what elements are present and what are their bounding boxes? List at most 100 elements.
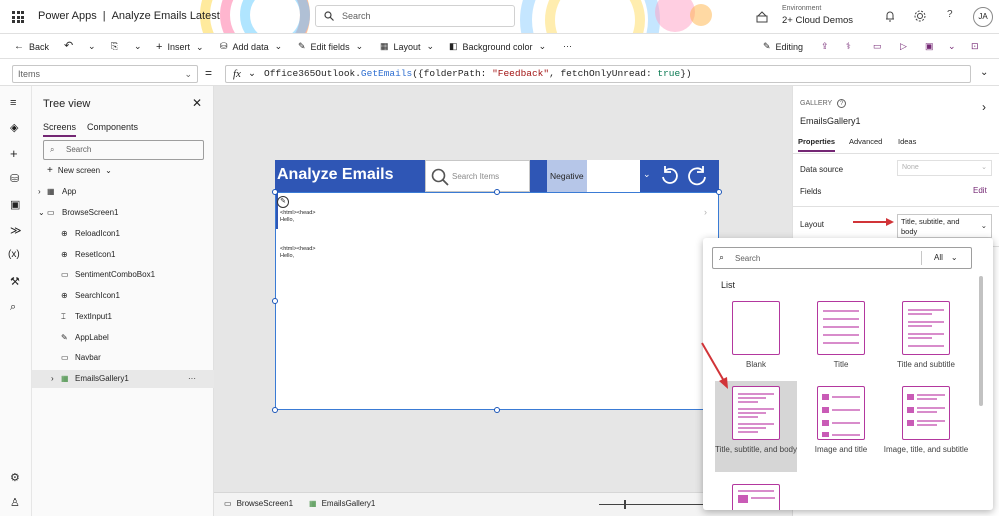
- chevron-down-icon: ⌄: [105, 166, 112, 175]
- navbar[interactable]: Analyze Emails Search Items Negative ⌄: [275, 160, 719, 192]
- app-launcher-icon[interactable]: [12, 11, 24, 23]
- edit-fields-label: Edit fields: [310, 41, 350, 52]
- variables-icon[interactable]: (x): [8, 249, 20, 260]
- layout-option-title-subtitle-body[interactable]: Title, subtitle, and body: [715, 381, 797, 472]
- popup-scrollbar[interactable]: [979, 276, 983, 406]
- resize-handle[interactable]: [494, 189, 500, 195]
- back-button[interactable]: ← Back: [14, 41, 49, 52]
- reset-icon[interactable]: [659, 165, 681, 187]
- avatar[interactable]: JA: [973, 7, 993, 27]
- layout-option-more[interactable]: [711, 480, 801, 510]
- tab-components[interactable]: Components: [87, 122, 138, 132]
- tools-icon[interactable]: ⚒: [10, 275, 20, 288]
- layout-button[interactable]: ▦ Layout ⌄: [380, 41, 434, 52]
- zoom-slider-thumb[interactable]: [624, 500, 626, 509]
- search-items-input[interactable]: Search Items: [425, 160, 530, 192]
- environment-name[interactable]: 2+ Cloud Demos: [782, 15, 853, 26]
- help-icon[interactable]: ?: [947, 9, 953, 20]
- share-icon[interactable]: ⇪: [821, 41, 829, 52]
- more-icon[interactable]: ···: [563, 41, 572, 51]
- tab-ideas[interactable]: Ideas: [898, 137, 916, 146]
- app-checker-icon[interactable]: ⚕: [846, 41, 851, 52]
- chevron-down-icon[interactable]: ⌄: [134, 41, 142, 52]
- layout-option-image-title-subtitle[interactable]: Image, title, and subtitle: [881, 381, 971, 472]
- tree-item-navbar[interactable]: ▭ Navbar: [32, 349, 214, 367]
- chevron-down-icon[interactable]: ⌄: [88, 41, 96, 52]
- search-icon[interactable]: ⌕: [10, 301, 16, 314]
- undo-icon[interactable]: ↶: [64, 39, 73, 52]
- layout-value: Title, subtitle, and body: [901, 217, 960, 236]
- edit-fields-button[interactable]: ✎ Edit fields ⌄: [298, 41, 363, 52]
- tree-item-reloadicon1[interactable]: ⊕ ReloadIcon1: [32, 225, 214, 243]
- layout-search-input[interactable]: ⌕ Search All ⌄: [712, 247, 972, 269]
- insert-button[interactable]: + Insert ⌄: [156, 41, 204, 53]
- clipboard-icon[interactable]: ⎘: [111, 41, 118, 52]
- tab-advanced[interactable]: Advanced: [849, 137, 882, 146]
- chevron-down-icon[interactable]: ⌄: [948, 41, 956, 52]
- save-icon[interactable]: ▣: [925, 41, 934, 52]
- chevron-right-icon[interactable]: ›: [704, 207, 707, 217]
- header-decoration: [690, 4, 712, 26]
- edit-template-icon[interactable]: ✎: [277, 196, 289, 208]
- tree-item-app[interactable]: › ▦ App: [32, 183, 214, 201]
- virtual-agent-icon[interactable]: ♙: [10, 496, 20, 509]
- chevron-right-icon[interactable]: ›: [982, 100, 986, 114]
- gear-icon[interactable]: [914, 10, 926, 22]
- hamburger-icon[interactable]: ≡: [10, 97, 16, 109]
- publish-icon[interactable]: ⊡: [971, 41, 979, 52]
- layout-filter-dropdown[interactable]: All ⌄: [934, 253, 958, 262]
- tree-search-input[interactable]: ⌕ Search: [43, 140, 204, 160]
- breadcrumb-control[interactable]: ▦ EmailsGallery1: [309, 499, 375, 508]
- more-icon[interactable]: ···: [188, 370, 196, 388]
- layout-label: Layout: [800, 220, 825, 229]
- tree-item-emailsgallery1[interactable]: › ▦ EmailsGallery1 ···: [32, 370, 214, 388]
- tree-item-applabel[interactable]: ✎ AppLabel: [32, 329, 214, 347]
- reload-icon[interactable]: [686, 165, 708, 187]
- add-data-button[interactable]: ⛁ Add data ⌄: [220, 41, 282, 52]
- layout-option-title[interactable]: Title: [796, 298, 886, 374]
- formula-input[interactable]: fx ⌄ Office365Outlook.GetEmails({folderP…: [225, 65, 971, 83]
- tree-item-textinput1[interactable]: ⌶ TextInput1: [32, 308, 214, 326]
- tree-item-sentimentcombobox1[interactable]: ▭ SentimentComboBox1: [32, 266, 214, 284]
- icon-control-icon: ⊕: [61, 250, 68, 259]
- resize-handle[interactable]: [272, 298, 278, 304]
- layout-option-title-subtitle[interactable]: Title and subtitle: [881, 298, 971, 374]
- media-icon[interactable]: ▣: [10, 198, 20, 211]
- tab-screens[interactable]: Screens: [43, 122, 77, 137]
- background-color-button[interactable]: ◧ Background color ⌄: [449, 41, 546, 52]
- emails-gallery[interactable]: ✎ <html><head> Hello, › <html><head> Hel…: [275, 192, 719, 410]
- tree-item-searchicon1[interactable]: ⊕ SearchIcon1: [32, 287, 214, 305]
- expand-formula-icon[interactable]: ⌄: [980, 67, 988, 78]
- settings-icon[interactable]: ⚙: [10, 471, 20, 484]
- new-screen-button[interactable]: + New screen ⌄: [47, 165, 112, 176]
- global-search-input[interactable]: Search: [315, 5, 515, 27]
- bell-icon[interactable]: [884, 10, 896, 22]
- data-icon[interactable]: ⛁: [10, 172, 19, 185]
- property-selector[interactable]: Items ⌄: [12, 65, 198, 83]
- play-icon[interactable]: ▷: [900, 41, 907, 52]
- tree-item-reseticon1[interactable]: ⊕ ResetIcon1: [32, 246, 214, 264]
- close-icon[interactable]: ✕: [192, 96, 202, 110]
- layout-option-image-title[interactable]: Image and title: [796, 381, 886, 472]
- breadcrumb-screen[interactable]: ▭ BrowseScreen1: [224, 499, 293, 508]
- sentiment-combobox[interactable]: Negative ⌄: [547, 160, 651, 192]
- control-name[interactable]: EmailsGallery1: [800, 116, 861, 126]
- data-source-dropdown[interactable]: None ⌄: [897, 160, 992, 176]
- insert-plus-icon[interactable]: +: [10, 146, 18, 161]
- search-icon[interactable]: [431, 168, 449, 186]
- comments-icon[interactable]: ▭: [873, 41, 882, 52]
- resize-handle[interactable]: [494, 407, 500, 413]
- app-label[interactable]: Analyze Emails: [277, 166, 394, 184]
- resize-handle[interactable]: [272, 407, 278, 413]
- editing-mode-button[interactable]: ✎ Editing: [763, 41, 803, 52]
- tree-view-icon[interactable]: ◈: [10, 121, 18, 134]
- resize-handle[interactable]: [716, 189, 722, 195]
- tree-item-browsescreen1[interactable]: ⌄ ▭ BrowseScreen1: [32, 204, 214, 222]
- layout-dropdown[interactable]: Title, subtitle, and body ⌄: [897, 214, 992, 238]
- tab-properties[interactable]: Properties: [798, 137, 836, 152]
- zoom-slider[interactable]: [599, 504, 709, 505]
- fields-edit-link[interactable]: Edit: [973, 186, 987, 195]
- power-automate-icon[interactable]: ≫: [10, 224, 22, 237]
- resize-handle[interactable]: [272, 189, 278, 195]
- help-icon[interactable]: ?: [837, 99, 847, 108]
